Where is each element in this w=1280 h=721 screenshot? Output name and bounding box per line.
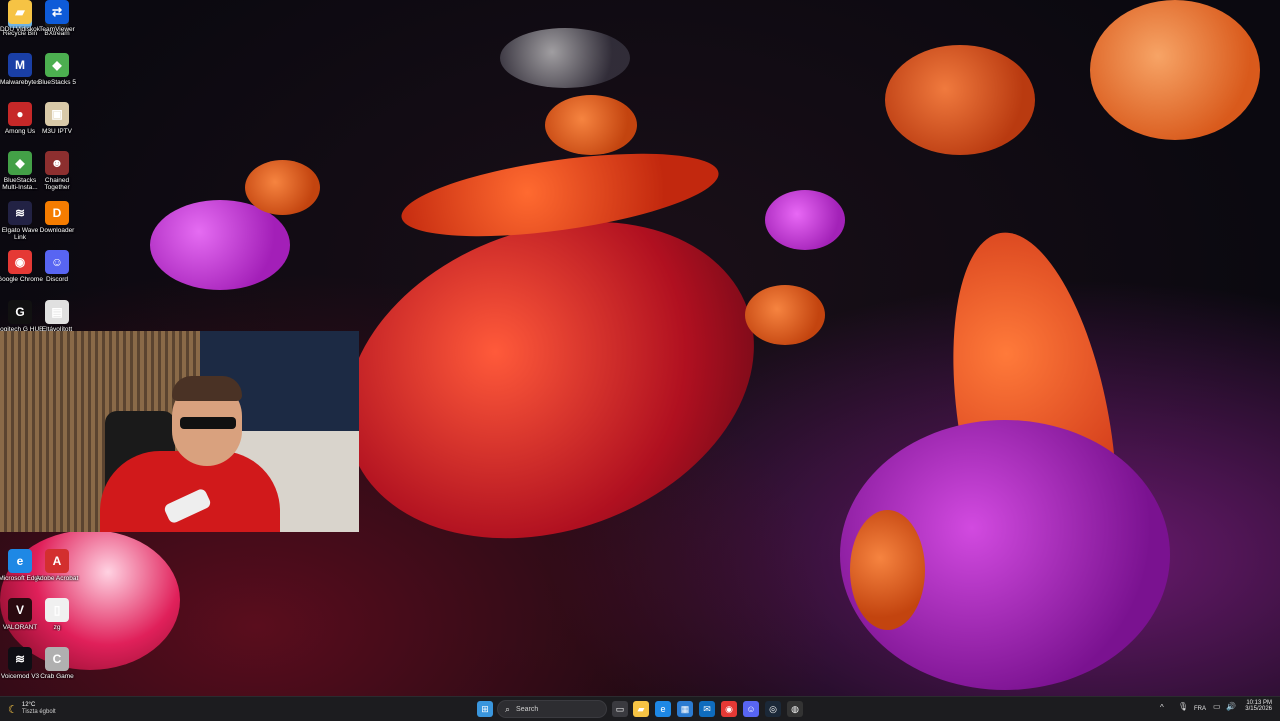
desktop-icon[interactable]: ≋ Elgato Wave Link xyxy=(0,201,40,249)
desktop-icon[interactable]: V VALORANT xyxy=(0,598,40,646)
speaker-icon[interactable]: 🔊 xyxy=(1226,702,1236,711)
elgato-wave-link-icon: ≋ xyxy=(8,201,32,225)
steam-icon: ◎ xyxy=(769,703,777,714)
clock[interactable]: 10:13 PM 3/15/2026 xyxy=(1240,700,1272,712)
task-view-button[interactable]: ▭ xyxy=(612,701,628,717)
desktop-icon-label: TeamViewer xyxy=(39,26,75,33)
chained-together-icon: ☻ xyxy=(45,151,69,175)
desktop-icon-label: Discord xyxy=(45,276,69,283)
desktop-icon[interactable]: M Malwarebytes xyxy=(0,53,40,101)
wallpaper-blob xyxy=(1090,0,1260,140)
chrome-icon: ◉ xyxy=(725,703,733,714)
desktop-icon[interactable]: ⇄ TeamViewer xyxy=(37,0,77,48)
desktop-icon[interactable]: e Microsoft Edge xyxy=(0,549,42,597)
weather-widget[interactable]: ☾ 12°C Tiszta égbolt xyxy=(8,699,56,719)
discord-icon: ☺ xyxy=(746,704,756,714)
voicemod-icon: ≋ xyxy=(8,647,32,671)
language-indicator[interactable]: FRA xyxy=(1194,706,1206,712)
bluestacks-icon: ◆ xyxy=(45,53,69,77)
desktop-icon-label: Crab Game xyxy=(40,673,74,680)
weather-condition: Tiszta égbolt xyxy=(21,709,56,715)
person-hair xyxy=(172,376,242,401)
steam-button[interactable]: ◎ xyxy=(765,701,781,717)
mail-icon: ✉ xyxy=(703,703,711,714)
store-icon: ▦ xyxy=(680,703,690,714)
file-icon: ▯ xyxy=(45,598,69,622)
desktop-icon-label: Downloader xyxy=(39,227,75,234)
desktop-icon-label: Adobe Acrobat xyxy=(35,575,79,582)
desktop-icon[interactable]: ◆ BlueStacks 5 xyxy=(37,53,77,101)
among-us-icon: ● xyxy=(8,102,32,126)
clock-date: 3/15/2026 xyxy=(1245,706,1272,712)
obs-icon: ◍ xyxy=(791,703,799,714)
m3u-iptv-icon: ▣ xyxy=(45,102,69,126)
acrobat-icon: A xyxy=(45,549,69,573)
taskbar: ☾ 12°C Tiszta égbolt ⊞ ⌕ Search ▭ ▰ e ▦ ✉ ◉ ☺ ◎… xyxy=(0,696,1280,721)
mail-button[interactable]: ✉ xyxy=(699,701,715,717)
desktop-icon[interactable]: A Adobe Acrobat xyxy=(36,549,78,597)
sunglasses xyxy=(180,417,236,429)
desktop-icon[interactable]: ▰ DDU Vidiskok xyxy=(0,0,40,48)
wallpaper-blob xyxy=(545,95,637,155)
desktop-icon[interactable]: ☻ Chained Together xyxy=(37,151,77,199)
search-placeholder: Search xyxy=(516,705,539,713)
wallpaper-blob xyxy=(885,45,1035,155)
edge-icon: e xyxy=(660,704,666,714)
downloader-icon: D xyxy=(45,201,69,225)
desktop: ♻Recycle Bin9BXtreamMMalwarebytes◆BlueSt… xyxy=(0,0,1280,696)
weather-temperature: 12°C xyxy=(21,702,36,708)
store-button[interactable]: ▦ xyxy=(677,701,693,717)
desktop-icon-label: zg xyxy=(53,624,61,631)
wallpaper-blob xyxy=(745,285,825,345)
edge-icon: e xyxy=(8,549,32,573)
desktop-icon[interactable]: ◆ BlueStacks Multi-Insta... xyxy=(0,151,40,199)
chrome-icon: ◉ xyxy=(8,250,32,274)
valorant-icon: V xyxy=(8,598,32,622)
wallpaper-blob xyxy=(500,28,630,88)
desktop-icon[interactable]: ◉ Google Chrome xyxy=(0,250,43,298)
network-icon[interactable]: ▭ xyxy=(1213,702,1221,711)
obs-button[interactable]: ◍ xyxy=(787,701,803,717)
desktop-icon-label: Chained Together xyxy=(44,177,70,191)
person-hoodie xyxy=(100,451,280,532)
chevron-up-icon[interactable]: ^ xyxy=(1160,703,1164,712)
desktop-icon-label: M3U IPTV xyxy=(42,128,72,135)
desktop-icon[interactable]: D Downloader xyxy=(37,201,77,249)
discord-button[interactable]: ☺ xyxy=(743,701,759,717)
search-icon: ⌕ xyxy=(505,703,511,714)
wallpaper-blob xyxy=(850,510,925,630)
wallpaper-blob xyxy=(245,160,320,215)
logitech-ghub-icon: G xyxy=(8,300,32,324)
weather-moon-icon: ☾ xyxy=(8,703,18,716)
desktop-icon[interactable]: ☺ Discord xyxy=(37,250,77,298)
task-view-icon: ▭ xyxy=(615,703,625,714)
wallpaper-blob xyxy=(150,200,290,290)
bluestacks-multi-icon: ◆ xyxy=(8,151,32,175)
desktop-icon-label: BlueStacks 5 xyxy=(38,79,76,86)
desktop-icon[interactable]: ▯ zg xyxy=(37,598,77,646)
malwarebytes-icon: M xyxy=(8,53,32,77)
webcam-overlay xyxy=(0,331,359,532)
desktop-icon[interactable]: ● Among Us xyxy=(0,102,40,150)
crab-game-icon: C xyxy=(45,647,69,671)
microphone-icon[interactable]: 🎙 xyxy=(1178,702,1188,711)
desktop-icon[interactable]: ▣ M3U IPTV xyxy=(37,102,77,150)
removed-apps-icon: ▤ xyxy=(45,300,69,324)
search-input[interactable]: ⌕ Search xyxy=(497,700,607,718)
wallpaper-blob xyxy=(765,190,845,250)
desktop-icon[interactable]: C Crab Game xyxy=(37,647,77,695)
chrome-button[interactable]: ◉ xyxy=(721,701,737,717)
start-button[interactable]: ⊞ xyxy=(477,701,493,717)
edge-button[interactable]: e xyxy=(655,701,671,717)
discord-icon: ☺ xyxy=(45,250,69,274)
teamviewer-icon: ⇄ xyxy=(45,0,69,24)
folder-icon: ▰ xyxy=(637,703,645,714)
folder-icon: ▰ xyxy=(8,0,32,24)
file-explorer-button[interactable]: ▰ xyxy=(633,701,649,717)
desktop-icon[interactable]: ≋ Voicemod V3 xyxy=(0,647,40,695)
windows-icon: ⊞ xyxy=(481,703,489,714)
